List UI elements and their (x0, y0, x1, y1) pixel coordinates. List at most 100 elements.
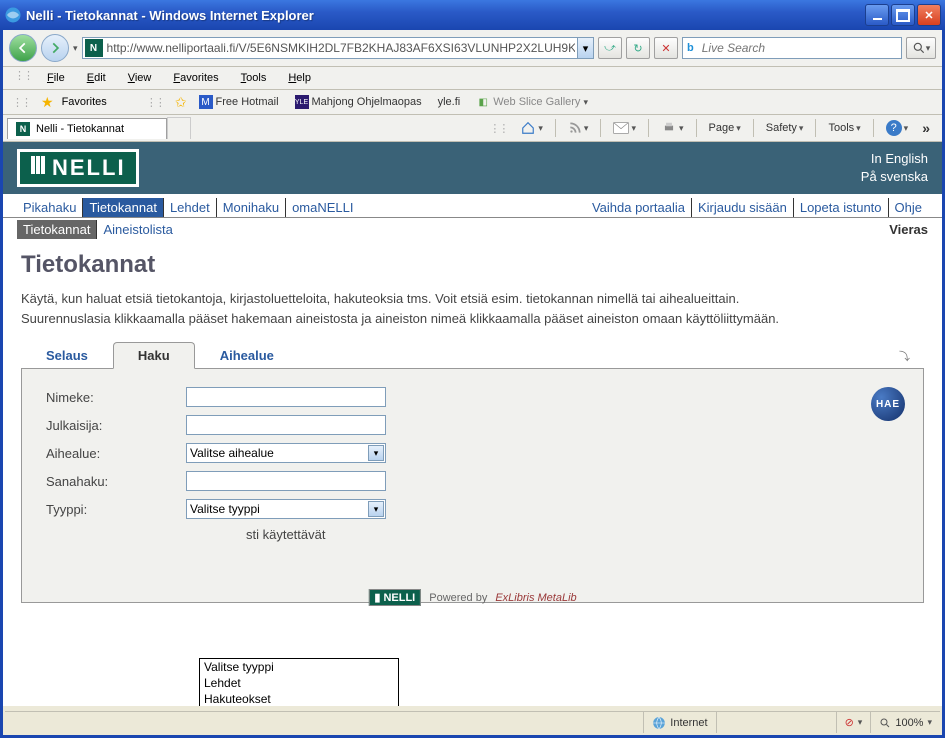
favorites-label[interactable]: Favorites (62, 96, 107, 108)
nav-pikahaku[interactable]: Pikahaku (17, 198, 83, 217)
link-webslice[interactable]: ◧Web Slice Gallery ▾ (472, 93, 592, 111)
label-julkaisija: Julkaisija: (46, 418, 186, 433)
search-form: HAE Nimeke: Julkaisija: Aihealue: Valits… (21, 369, 924, 603)
search-tabs: Selaus Haku Aihealue ⤵ (21, 342, 924, 369)
dropdown-option[interactable]: Hakuteokset (200, 691, 398, 706)
footer: ▮ NELLI Powered by ExLibris MetaLib (368, 589, 576, 606)
tab-haku[interactable]: Haku (113, 342, 195, 369)
nelli-logo[interactable]: NELLI (17, 149, 139, 187)
input-sanahaku[interactable] (186, 471, 386, 491)
mail-button[interactable]: ▾ (609, 120, 640, 136)
nav-lopeta[interactable]: Lopeta istunto (794, 198, 889, 217)
history-dropdown-icon[interactable]: ▾ (73, 43, 78, 54)
label-sanahaku: Sanahaku: (46, 474, 186, 489)
site-header: NELLI In English På svenska (3, 142, 942, 194)
safety-menu[interactable]: Safety ▾ (762, 120, 808, 136)
forward-button[interactable] (41, 34, 69, 62)
toolbar-grip[interactable]: ⋮⋮ (12, 96, 30, 109)
address-dropdown-icon[interactable]: ▾ (577, 38, 593, 58)
powered-by-text: Powered by (429, 592, 487, 604)
menu-tools[interactable]: Tools (231, 69, 277, 87)
refresh-button[interactable]: ↻ (626, 37, 650, 59)
hint-text-partial: sti käytettävät (246, 527, 899, 542)
menu-favorites[interactable]: Favorites (163, 69, 228, 87)
menu-help[interactable]: Help (278, 69, 321, 87)
nav-vaihda-portaalia[interactable]: Vaihda portaalia (586, 198, 692, 217)
status-bar: Internet ⊘▾ 100% ▾ (5, 711, 940, 733)
close-button[interactable] (917, 4, 941, 26)
browser-search-input[interactable] (698, 41, 901, 55)
nelli-mini-logo: ▮ NELLI (368, 589, 421, 606)
help-button[interactable]: ?▾ (882, 118, 913, 138)
menu-view[interactable]: View (118, 69, 162, 87)
nav-omanelli[interactable]: omaNELLI (286, 198, 359, 217)
site-favicon: N (85, 39, 103, 57)
dropdown-option[interactable]: Valitse tyyppi (200, 659, 398, 675)
stop-button[interactable]: ✕ (654, 37, 678, 59)
tools-menu[interactable]: Tools ▾ (824, 120, 864, 136)
search-go-button[interactable]: ▾ (906, 37, 936, 59)
tab-aihealue[interactable]: Aihealue (195, 342, 299, 368)
hae-button[interactable]: HAE (871, 387, 905, 421)
menu-edit[interactable]: Edit (77, 69, 116, 87)
nav-tietokannat[interactable]: Tietokannat (83, 198, 163, 217)
page-content: NELLI In English På svenska Pikahaku Tie… (3, 142, 942, 706)
secondary-nav: Tietokannat Aineistolista Vieras (3, 218, 942, 241)
minimize-button[interactable] (865, 4, 889, 26)
subnav-tietokannat[interactable]: Tietokannat (17, 220, 97, 239)
maximize-button[interactable] (891, 4, 915, 26)
new-tab-button[interactable] (167, 117, 191, 139)
tab-strip: N Nelli - Tietokannat ⋮⋮ ▾ ▾ ▾ ▾ Page ▾ … (3, 115, 942, 142)
dropdown-option[interactable]: Lehdet (200, 675, 398, 691)
tab-title: Nelli - Tietokannat (36, 123, 124, 135)
subnav-aineistolista[interactable]: Aineistolista (97, 220, 178, 239)
status-zone[interactable]: Internet (643, 712, 715, 733)
menu-file[interactable]: File (37, 69, 75, 87)
menu-bar: ⋮⋮ File Edit View Favorites Tools Help (3, 67, 942, 90)
lang-english-link[interactable]: In English (861, 150, 928, 168)
nav-lehdet[interactable]: Lehdet (164, 198, 217, 217)
print-button[interactable]: ▾ (657, 119, 688, 137)
nav-ohje[interactable]: Ohje (889, 198, 928, 217)
add-favorite-icon[interactable]: ✩ (175, 94, 187, 111)
intro-text: Käytä, kun haluat etsiä tietokantoja, ki… (21, 289, 781, 328)
input-nimeke[interactable] (186, 387, 386, 407)
status-restricted-icon[interactable]: ⊘▾ (836, 712, 871, 733)
toolbar-grip[interactable]: ⋮⋮ (489, 122, 507, 135)
lang-swedish-link[interactable]: På svenska (861, 168, 928, 186)
tab-selaus[interactable]: Selaus (21, 342, 113, 368)
toolbar-grip[interactable]: ⋮⋮ (14, 69, 32, 87)
page-menu[interactable]: Page ▾ (705, 120, 745, 136)
nav-kirjaudu[interactable]: Kirjaudu sisään (692, 198, 794, 217)
tyyppi-dropdown-list[interactable]: Valitse tyyppiLehdetHakuteokseteKirjatKi… (199, 658, 399, 706)
toolbar-grip[interactable]: ⋮⋮ (146, 96, 164, 109)
link-free-hotmail[interactable]: MFree Hotmail (195, 93, 283, 111)
favorites-bar: ⋮⋮ ★ Favorites ⋮⋮ ✩ MFree Hotmail YLEMah… (3, 90, 942, 115)
select-tyyppi[interactable]: Valitse tyyppi ▾ (186, 499, 386, 519)
feeds-button[interactable]: ▾ (564, 119, 593, 137)
link-yle[interactable]: yle.fi (434, 94, 465, 110)
nav-monihaku[interactable]: Monihaku (217, 198, 286, 217)
favorites-star-icon[interactable]: ★ (41, 94, 54, 111)
label-nimeke: Nimeke: (46, 390, 186, 405)
search-bar[interactable]: b (682, 37, 902, 59)
chevron-down-icon: ▾ (368, 501, 384, 517)
status-zoom[interactable]: 100% ▾ (870, 712, 940, 733)
brand-text: NELLI (52, 155, 126, 181)
navigation-toolbar: ▾ N ▾ ⤻ ↻ ✕ b ▾ (3, 30, 942, 67)
address-bar[interactable]: N ▾ (82, 37, 594, 59)
browser-tab[interactable]: N Nelli - Tietokannat (7, 118, 167, 139)
primary-nav: Pikahaku Tietokannat Lehdet Monihaku oma… (3, 194, 942, 218)
guest-label: Vieras (889, 222, 928, 237)
link-mahjong[interactable]: YLEMahjong Ohjelmaopas (291, 93, 426, 111)
more-chevron-icon[interactable]: » (922, 120, 930, 136)
back-button[interactable] (9, 34, 37, 62)
chevron-down-icon: ▾ (368, 445, 384, 461)
status-protected-mode (716, 712, 836, 733)
home-button[interactable]: ▾ (516, 119, 547, 137)
select-aihealue[interactable]: Valitse aihealue ▾ (186, 443, 386, 463)
label-aihealue: Aihealue: (46, 446, 186, 461)
compat-view-button[interactable]: ⤻ (598, 37, 622, 59)
url-input[interactable] (105, 41, 577, 55)
input-julkaisija[interactable] (186, 415, 386, 435)
